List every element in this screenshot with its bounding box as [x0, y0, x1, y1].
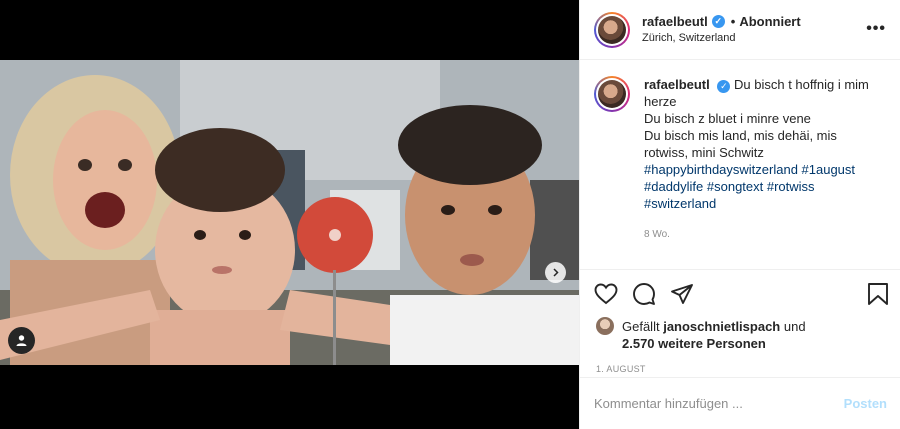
likes-others-link[interactable]: 2.570 weitere Personen	[622, 336, 766, 351]
hashtag-link[interactable]: #switzerland	[644, 196, 716, 211]
chevron-right-icon	[553, 268, 559, 277]
post-comment-button[interactable]: Posten	[844, 396, 887, 411]
verified-badge-icon: ✓	[711, 14, 725, 28]
photo-illustration	[0, 60, 579, 365]
hashtag-link[interactable]: #daddylife #songtext #rotwiss	[644, 179, 815, 194]
caption-avatar[interactable]	[594, 76, 630, 112]
location-link[interactable]: Zürich, Switzerland	[642, 30, 801, 47]
verified-badge-icon: ✓	[717, 80, 731, 93]
next-photo-button[interactable]	[545, 262, 566, 283]
comment-form: Posten	[580, 377, 900, 429]
comment-icon	[633, 283, 655, 305]
liker-username[interactable]: janoschnietlispach	[663, 319, 780, 334]
like-button[interactable]	[594, 283, 618, 305]
caption: rafaelbeutl ✓ Du bisch t hoffnig i mim h…	[644, 76, 886, 269]
caption-line: herze	[644, 94, 677, 109]
likes-summary: Gefällt janoschnietlispach und 2.570 wei…	[580, 317, 900, 352]
comment-button[interactable]	[632, 282, 656, 306]
liker-avatar[interactable]	[596, 317, 614, 335]
tagged-users-button[interactable]	[8, 327, 35, 354]
media-panel	[0, 0, 579, 429]
time-ago[interactable]: 8 Wo.	[644, 226, 886, 243]
post-photo[interactable]	[0, 60, 579, 365]
more-options-icon[interactable]: •••	[866, 20, 886, 38]
bookmark-icon	[868, 283, 888, 305]
heart-icon	[594, 283, 618, 305]
username-link[interactable]: rafaelbeutl	[642, 13, 708, 30]
caption-username[interactable]: rafaelbeutl	[644, 77, 710, 92]
action-bar	[580, 270, 900, 318]
hashtag-link[interactable]: #happybirthdayswitzerland #1august	[644, 162, 855, 177]
caption-line: Du bisch mis land, mis dehäi, mis	[644, 128, 837, 143]
caption-line: Du bisch t hoffnig i mim	[734, 77, 869, 92]
post-header: rafaelbeutl ✓ • Abonniert Zürich, Switze…	[580, 0, 900, 60]
avatar[interactable]	[594, 11, 630, 48]
user-icon	[16, 335, 27, 346]
separator-dot: •	[730, 13, 736, 29]
caption-line: rotwiss, mini Schwitz	[644, 145, 764, 160]
caption-section: rafaelbeutl ✓ Du bisch t hoffnig i mim h…	[580, 60, 900, 270]
likes-prefix: Gefällt	[622, 319, 660, 334]
follow-status-button[interactable]: Abonniert	[739, 13, 800, 30]
save-button[interactable]	[867, 282, 889, 309]
likes-joiner: und	[783, 319, 806, 334]
comment-input[interactable]	[594, 396, 844, 411]
post-sidebar: rafaelbeutl ✓ • Abonniert Zürich, Switze…	[579, 0, 900, 429]
share-button[interactable]	[670, 282, 694, 306]
instagram-post-modal: rafaelbeutl ✓ • Abonniert Zürich, Switze…	[0, 0, 900, 429]
paper-plane-icon	[671, 284, 693, 304]
caption-line: Du bisch z bluet i minre vene	[644, 111, 811, 126]
